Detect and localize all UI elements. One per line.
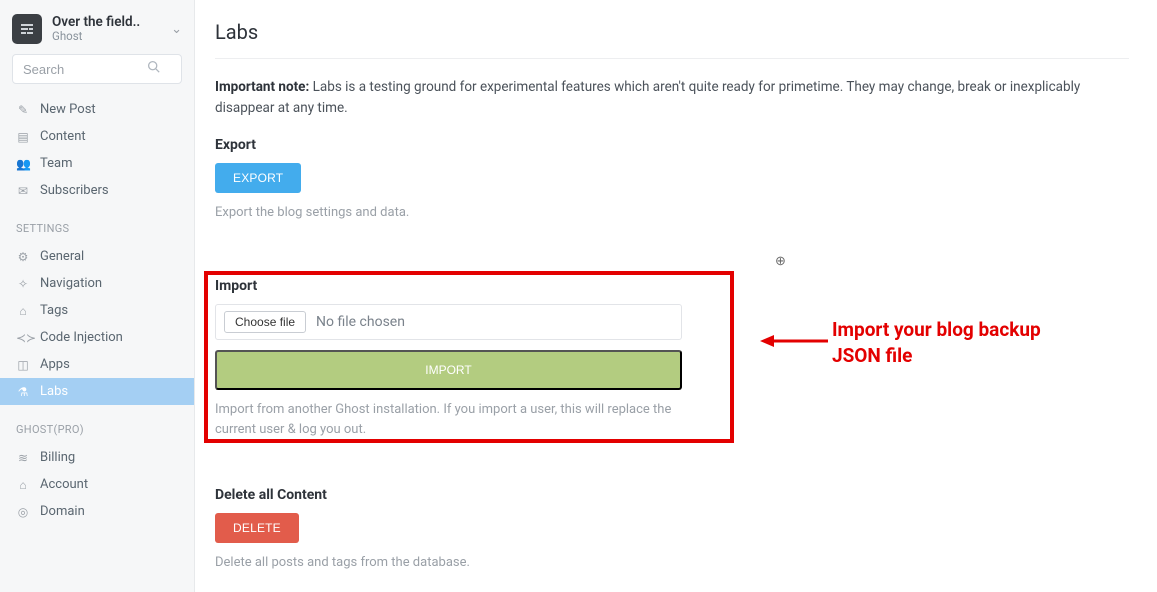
import-button[interactable]: IMPORT bbox=[215, 350, 682, 390]
file-status: No file chosen bbox=[316, 314, 405, 330]
sidebar-item-content[interactable]: ▤ Content bbox=[0, 123, 194, 150]
sidebar-item-label: Subscribers bbox=[40, 183, 109, 198]
pencil-icon: ✎ bbox=[16, 103, 30, 117]
export-button[interactable]: EXPORT bbox=[215, 163, 301, 193]
delete-title: Delete all Content bbox=[215, 487, 1129, 503]
delete-hint: Delete all posts and tags from the datab… bbox=[215, 553, 695, 573]
sidebar-item-label: Navigation bbox=[40, 276, 102, 291]
site-logo-icon bbox=[12, 14, 42, 44]
labs-note-text: Labs is a testing ground for experimenta… bbox=[215, 79, 1080, 116]
sidebar-item-domain[interactable]: ◎ Domain bbox=[0, 498, 194, 525]
sidebar-item-account[interactable]: ⌂ Account bbox=[0, 471, 194, 498]
nav-main: ✎ New Post ▤ Content 👥 Team ✉ Subscriber… bbox=[0, 92, 194, 214]
labs-note-label: Important note: bbox=[215, 79, 309, 95]
sidebar-item-tags[interactable]: ⌂ Tags bbox=[0, 297, 194, 324]
file-input-row: Choose file No file chosen bbox=[215, 304, 682, 340]
sidebar-item-subscribers[interactable]: ✉ Subscribers bbox=[0, 177, 194, 204]
main-content: Labs Important note: Labs is a testing g… bbox=[195, 0, 1157, 592]
sidebar-item-navigation[interactable]: ✧ Navigation bbox=[0, 270, 194, 297]
sidebar-item-label: Code Injection bbox=[40, 330, 123, 345]
delete-section: Delete all Content DELETE Delete all pos… bbox=[215, 487, 1129, 573]
sidebar-item-label: Domain bbox=[40, 504, 85, 519]
compass-icon: ✧ bbox=[16, 277, 30, 291]
search-input[interactable] bbox=[12, 54, 182, 84]
import-hint: Import from another Ghost installation. … bbox=[215, 400, 695, 439]
sidebar-item-code-injection[interactable]: ≺≻ Code Injection bbox=[0, 324, 194, 351]
sidebar-item-team[interactable]: 👥 Team bbox=[0, 150, 194, 177]
labs-icon: ⚗ bbox=[16, 385, 30, 399]
magnify-icon: ⊕ bbox=[775, 254, 786, 269]
site-title: Over the field.. bbox=[52, 15, 161, 31]
sidebar-item-label: Apps bbox=[40, 357, 70, 372]
sidebar-item-billing[interactable]: ≋ Billing bbox=[0, 444, 194, 471]
sidebar-item-label: Content bbox=[40, 129, 86, 144]
sidebar-item-label: Account bbox=[40, 477, 88, 492]
code-icon: ≺≻ bbox=[16, 331, 30, 345]
billing-icon: ≋ bbox=[16, 451, 30, 465]
sidebar-item-label: Billing bbox=[40, 450, 75, 465]
nav-pro: ≋ Billing ⌂ Account ◎ Domain bbox=[0, 440, 194, 535]
team-icon: 👥 bbox=[16, 157, 30, 171]
chevron-down-icon: ⌄ bbox=[171, 22, 182, 37]
sidebar-item-label: Team bbox=[40, 156, 73, 171]
page-title: Labs bbox=[215, 20, 1129, 59]
nav-heading-pro: GHOST(PRO) bbox=[0, 415, 194, 440]
sidebar: Over the field.. Ghost ⌄ ✎ New Post bbox=[0, 0, 195, 592]
mail-icon: ✉ bbox=[16, 184, 30, 198]
account-icon: ⌂ bbox=[16, 478, 30, 492]
site-info: Over the field.. Ghost bbox=[52, 15, 161, 44]
site-switcher[interactable]: Over the field.. Ghost ⌄ bbox=[0, 10, 194, 54]
import-title: Import bbox=[215, 278, 1129, 294]
sidebar-item-label: Labs bbox=[40, 384, 68, 399]
import-section: Import Choose file No file chosen IMPORT… bbox=[215, 278, 1129, 439]
nav-settings: ⚙ General ✧ Navigation ⌂ Tags ≺≻ Code In… bbox=[0, 239, 194, 415]
gear-icon: ⚙ bbox=[16, 250, 30, 264]
sidebar-item-apps[interactable]: ◫ Apps bbox=[0, 351, 194, 378]
sidebar-item-label: New Post bbox=[40, 102, 96, 117]
sidebar-item-labs[interactable]: ⚗ Labs bbox=[0, 378, 194, 405]
labs-note: Important note: Labs is a testing ground… bbox=[215, 77, 1129, 119]
nav-heading-settings: SETTINGS bbox=[0, 214, 194, 239]
apps-icon: ◫ bbox=[16, 358, 30, 372]
document-icon: ▤ bbox=[16, 130, 30, 144]
sidebar-item-label: General bbox=[40, 249, 84, 264]
delete-button[interactable]: DELETE bbox=[215, 513, 299, 543]
export-section: Export EXPORT Export the blog settings a… bbox=[215, 137, 1129, 223]
site-subtitle: Ghost bbox=[52, 30, 161, 43]
export-title: Export bbox=[215, 137, 1129, 153]
choose-file-button[interactable]: Choose file bbox=[224, 311, 306, 333]
sidebar-item-new-post[interactable]: ✎ New Post bbox=[0, 96, 194, 123]
sidebar-item-label: Tags bbox=[40, 303, 68, 318]
export-hint: Export the blog settings and data. bbox=[215, 203, 695, 223]
tag-icon: ⌂ bbox=[16, 304, 30, 318]
sidebar-item-general[interactable]: ⚙ General bbox=[0, 243, 194, 270]
globe-icon: ◎ bbox=[16, 505, 30, 519]
